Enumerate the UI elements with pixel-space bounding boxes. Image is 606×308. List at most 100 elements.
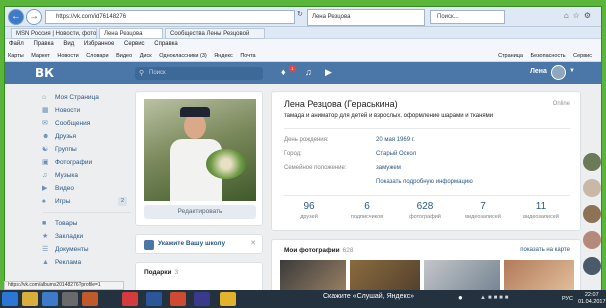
sidebar-item-games[interactable]: ♠ Игры 2 <box>39 195 131 208</box>
birthday-link[interactable]: 20 мая 1969 г. <box>376 137 415 143</box>
menu-edit[interactable]: Правка <box>33 41 53 47</box>
forward-button[interactable]: → <box>26 9 42 25</box>
menu-tools[interactable]: Сервис <box>124 41 145 47</box>
fav-news[interactable]: Новости <box>57 53 78 59</box>
sidebar-item-groups[interactable]: ☯ Группы <box>39 143 131 156</box>
family-link[interactable]: замужем <box>376 165 401 171</box>
sidebar-item-music[interactable]: ♫ Музыка <box>39 169 131 182</box>
sidebar-item-messages[interactable]: ✉ Сообщения <box>39 117 131 130</box>
counter-photos[interactable]: 628 фотографий <box>400 201 450 220</box>
url-field[interactable]: https://vk.com/id76148276 <box>45 10 295 24</box>
tab-active[interactable]: Лена Резцова <box>307 9 425 26</box>
menu-favorites[interactable]: Избранное <box>84 41 114 47</box>
edit-profile-button[interactable]: Редактировать <box>144 205 256 219</box>
language-indicator[interactable]: РУС <box>562 296 573 302</box>
sidebar-item-label: Фотографии <box>55 159 93 166</box>
counter-friends[interactable]: 96 друзей <box>284 201 334 220</box>
chevron-down-icon[interactable]: ▼ <box>569 68 575 74</box>
fav-yandex[interactable]: Яндекс <box>214 53 233 59</box>
yandex-icon[interactable] <box>220 292 236 306</box>
sidebar-item-label: Документы <box>55 246 89 253</box>
fav-mail[interactable]: Почта <box>240 53 255 59</box>
chat-avatar[interactable] <box>583 153 601 171</box>
vk-logo[interactable]: ВК <box>35 66 54 80</box>
word-icon[interactable] <box>146 292 162 306</box>
chat-avatar[interactable] <box>583 231 601 249</box>
start-icon[interactable] <box>2 292 18 306</box>
clock-time: 22:07 <box>584 292 599 298</box>
fav-dictionaries[interactable]: Словари <box>86 53 108 59</box>
menu-help[interactable]: Справка <box>154 41 178 47</box>
music-player-icon[interactable]: ♫ <box>305 67 312 77</box>
chat-avatar[interactable] <box>583 257 601 275</box>
menu-view[interactable]: Вид <box>63 41 74 47</box>
explorer-icon[interactable] <box>22 292 38 306</box>
school-prompt-card[interactable]: Укажите Вашу школу ✕ <box>135 234 263 254</box>
fav-odnoklassniki[interactable]: Одноклассники (3) <box>159 53 207 59</box>
tab-communities[interactable]: Сообщества Лены Резцовой <box>165 28 265 39</box>
browser-toolbar-icons[interactable]: ⌂☆⚙ <box>564 11 595 20</box>
fav-market[interactable]: Маркет <box>31 53 50 59</box>
profile-photo[interactable] <box>144 99 256 201</box>
ie-icon[interactable] <box>42 292 58 306</box>
system-tray-icons[interactable]: ▲■■■■ <box>480 295 510 301</box>
sidebar-item-ads[interactable]: ▲ Реклама <box>39 256 131 269</box>
user-avatar[interactable] <box>551 65 566 80</box>
menu-file[interactable]: Файл <box>9 41 24 47</box>
sidebar-item-friends[interactable]: ☻ Друзья <box>39 130 131 143</box>
sidebar-item-video[interactable]: ▶ Видео <box>39 182 131 195</box>
home-icon: ⌂ <box>42 94 47 101</box>
vk-header: ВК ⚲ Поиск ♦ 1 ♫ ▶ Лена ▼ <box>5 62 601 84</box>
counter-number: 11 <box>535 201 547 212</box>
taskbar-voice-search[interactable]: Скажите «Слушай, Яндекс» <box>323 293 414 300</box>
show-more-link[interactable]: Показать подробную информацию <box>376 179 473 185</box>
play-icon[interactable]: ▶ <box>325 67 332 78</box>
user-name[interactable]: Лена <box>530 68 547 75</box>
microphone-icon[interactable]: ● <box>458 293 463 302</box>
counter-videos[interactable]: 7 видеозаписей <box>458 201 508 220</box>
yandex-browser-icon[interactable] <box>122 292 138 306</box>
school-prompt-text: Укажите Вашу школу <box>158 240 226 247</box>
sidebar-item-documents[interactable]: ☰ Документы <box>39 243 131 256</box>
counter-followers[interactable]: 6 подписчиков <box>342 201 392 220</box>
games-icon: ♠ <box>42 198 46 205</box>
chat-avatar[interactable] <box>583 179 601 197</box>
notification-badge: 1 <box>289 65 296 72</box>
vk-search-input[interactable]: ⚲ Поиск <box>135 67 263 80</box>
cmd-safety[interactable]: Безопасность <box>531 53 566 59</box>
photos-title[interactable]: Мои фотографии 628 <box>284 247 354 254</box>
counter-number: 628 <box>416 201 434 212</box>
refresh-icon[interactable]: ↻ <box>297 10 303 18</box>
sidebar-item-photos[interactable]: ▣ Фотографии <box>39 156 131 169</box>
sidebar-item-label: Музыка <box>55 172 78 179</box>
chat-sidebar <box>582 153 601 283</box>
sidebar-item-bookmarks[interactable]: ★ Закладки <box>39 230 131 243</box>
tab-profile[interactable]: Лена Резцова <box>99 28 163 39</box>
clock[interactable]: 22:07 01.04.2017 <box>578 292 606 306</box>
browser-menu-bar: Файл Правка Вид Избранное Сервис Справка <box>5 39 601 50</box>
chat-avatar[interactable] <box>583 205 601 223</box>
close-icon[interactable]: ✕ <box>250 239 256 247</box>
app-icon[interactable] <box>194 292 210 306</box>
profile-status[interactable]: тамада и аниматор для детей и взрослых. … <box>284 113 493 119</box>
fav-video[interactable]: Видео <box>116 53 132 59</box>
counter-videos-2[interactable]: 11 видеозаписей <box>516 201 566 220</box>
fav-maps[interactable]: Карты <box>8 53 24 59</box>
city-link[interactable]: Старый Оскол <box>376 151 416 157</box>
sidebar-item-label: Сообщения <box>55 120 91 127</box>
app-icon[interactable] <box>62 292 78 306</box>
fav-disk[interactable]: Диск <box>140 53 152 59</box>
app-icon[interactable] <box>82 292 98 306</box>
browser-search-field[interactable]: Поиск... <box>430 10 505 24</box>
bell-icon[interactable]: ♦ <box>281 67 286 77</box>
powerpoint-icon[interactable] <box>170 292 186 306</box>
back-button[interactable]: ← <box>8 9 24 25</box>
cmd-page[interactable]: Страница <box>498 53 523 59</box>
show-on-map-link[interactable]: показать на карте <box>520 247 570 253</box>
sidebar-item-goods[interactable]: ■ Товары <box>39 217 131 230</box>
sidebar-item-news[interactable]: ▦ Новости <box>39 104 131 117</box>
tab-msn[interactable]: MSN Россия | Новости, фото... <box>11 28 97 39</box>
cmd-tools[interactable]: Сервис <box>573 53 592 59</box>
sidebar-item-my-page[interactable]: ⌂ Моя Страница <box>39 91 131 104</box>
left-sidebar: ⌂ Моя Страница ▦ Новости ✉ Сообщения ☻ Друзь… <box>39 91 131 269</box>
